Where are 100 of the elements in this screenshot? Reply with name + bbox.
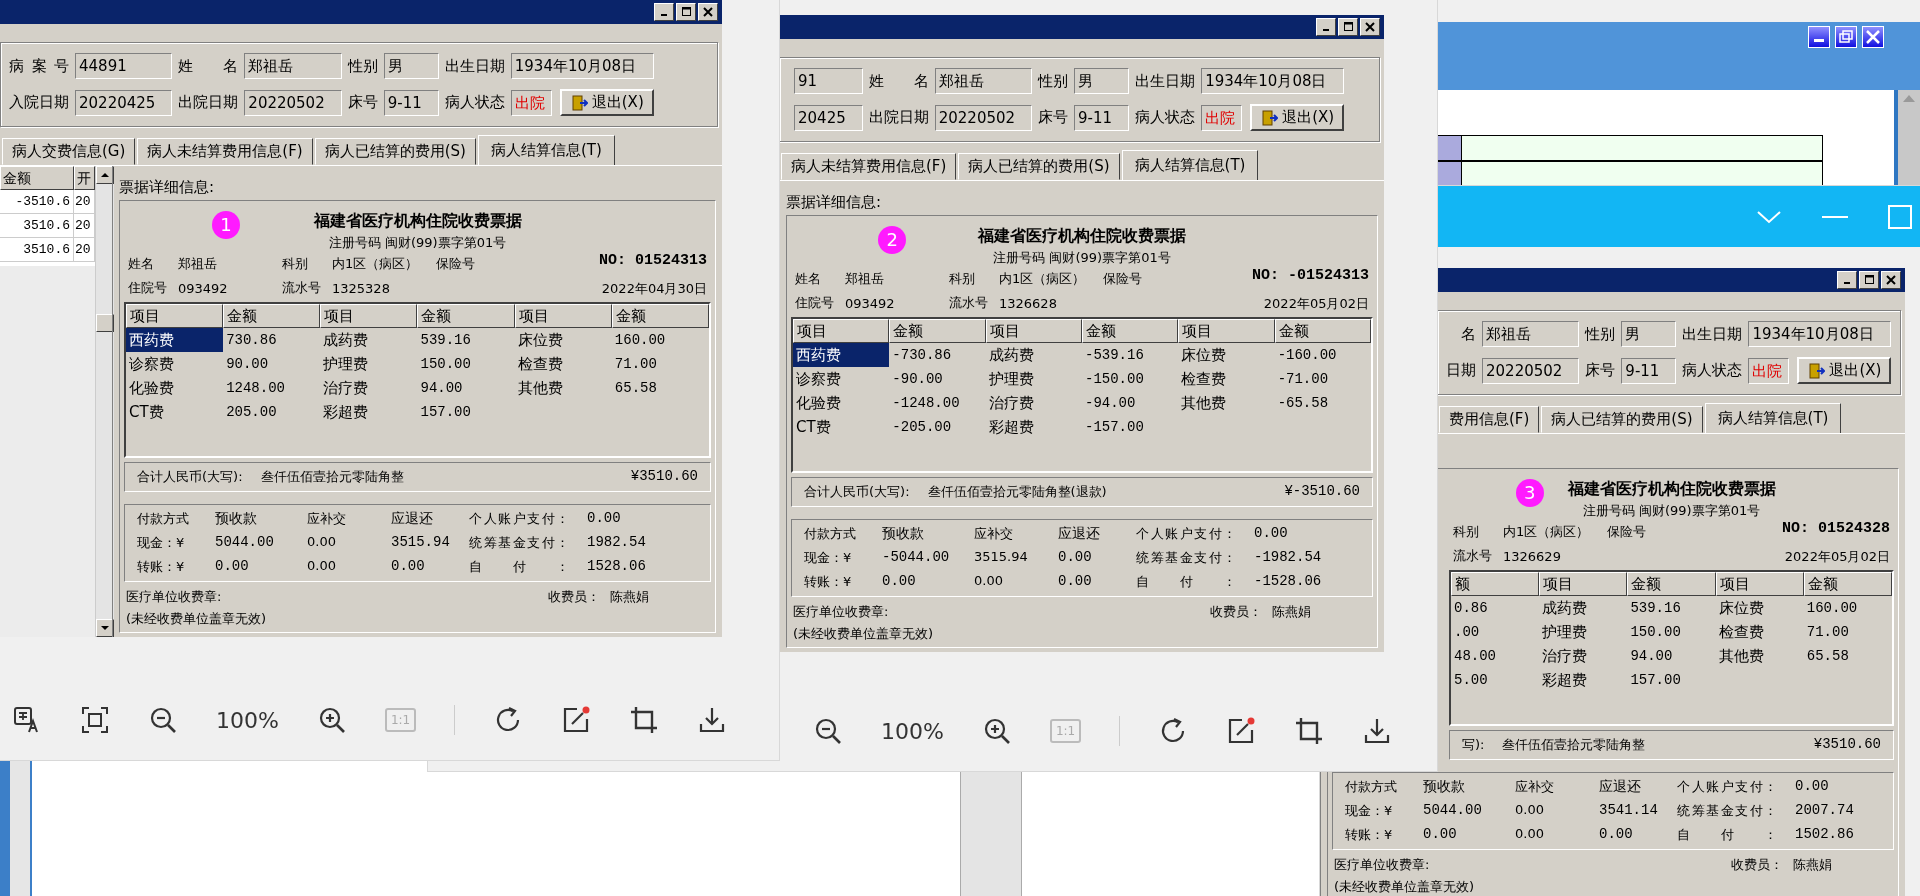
column-header[interactable]: 项目: [514, 304, 612, 328]
table-cell[interactable]: 床位费: [1178, 343, 1275, 367]
crop-icon[interactable]: [1294, 716, 1325, 746]
text-field[interactable]: 1934年10月08日: [510, 53, 654, 79]
column-header[interactable]: 项目: [1715, 572, 1804, 596]
table-cell[interactable]: 西药费: [793, 343, 890, 367]
tab[interactable]: 病人已结算的费用(S): [1541, 406, 1703, 433]
column-header[interactable]: 金额: [0, 166, 74, 190]
text-field[interactable]: 91: [794, 68, 863, 94]
table-cell[interactable]: 成药费: [320, 328, 418, 352]
table-cell[interactable]: 治疗费: [320, 376, 418, 400]
close-button[interactable]: [1881, 271, 1901, 289]
text-field[interactable]: 20425: [794, 104, 863, 131]
table-cell[interactable]: 床位费: [1715, 596, 1804, 620]
tab[interactable]: 病人结算信息(T): [477, 135, 615, 165]
column-header[interactable]: 额: [1451, 572, 1540, 596]
table-cell[interactable]: 157.00: [417, 400, 515, 424]
scroll-down-button[interactable]: [95, 619, 114, 637]
column-header[interactable]: 金额: [1627, 572, 1716, 596]
text-field[interactable]: 郑祖岳: [934, 68, 1033, 94]
table-cell[interactable]: 检查费: [514, 352, 612, 376]
exit-button[interactable]: 退出(X): [559, 89, 654, 116]
table-cell[interactable]: CT费: [126, 400, 224, 424]
table-cell[interactable]: 5.00: [1451, 668, 1540, 692]
tab[interactable]: 病人未结算费用信息(F): [137, 138, 313, 165]
table-cell[interactable]: 护理费: [1539, 620, 1628, 644]
text-field[interactable]: 男: [383, 53, 439, 79]
text-field[interactable]: 20220502: [244, 89, 342, 116]
table-cell[interactable]: 化验费: [126, 376, 224, 400]
table-cell[interactable]: 160.00: [1803, 596, 1892, 620]
tab[interactable]: 病人结算信息(T): [1704, 403, 1842, 433]
table-cell[interactable]: 彩超费: [985, 415, 1082, 439]
fit-screen-icon[interactable]: [80, 705, 110, 735]
restore-button[interactable]: [1835, 26, 1857, 48]
table-cell[interactable]: -205.00: [889, 415, 986, 439]
table-cell[interactable]: 94.00: [417, 376, 515, 400]
text-field[interactable]: 1934年10月08日: [1748, 321, 1892, 347]
table-cell[interactable]: 化验费: [793, 391, 890, 415]
table-cell[interactable]: 150.00: [417, 352, 515, 376]
text-field[interactable]: 男: [1621, 321, 1677, 347]
exit-button[interactable]: 退出(X): [1797, 357, 1892, 384]
tab[interactable]: 病人结算信息(T): [1121, 150, 1259, 180]
table-cell[interactable]: 检查费: [1715, 620, 1804, 644]
zoom-out-icon[interactable]: [813, 716, 843, 746]
table-cell[interactable]: 诊察费: [126, 352, 224, 376]
table-cell[interactable]: 其他费: [514, 376, 612, 400]
column-header[interactable]: 开: [74, 166, 95, 190]
maximize-button[interactable]: [1338, 18, 1358, 36]
close-button[interactable]: [1360, 18, 1380, 36]
table-cell[interactable]: 其他费: [1178, 391, 1275, 415]
tab[interactable]: 病人已结算的费用(S): [958, 153, 1120, 180]
table-cell[interactable]: .00: [1451, 620, 1540, 644]
table-cell[interactable]: -94.00: [1082, 391, 1179, 415]
close-button[interactable]: [1862, 26, 1884, 48]
table-cell[interactable]: 西药费: [126, 328, 224, 352]
table-cell[interactable]: 539.16: [1627, 596, 1716, 620]
table-cell[interactable]: -539.16: [1082, 343, 1179, 367]
table-cell[interactable]: 730.86: [223, 328, 321, 352]
text-field[interactable]: 44891: [75, 53, 173, 79]
column-header[interactable]: 金额: [1082, 319, 1179, 343]
text-field[interactable]: 9-11: [1621, 357, 1677, 384]
exit-button[interactable]: 退出(X): [1250, 104, 1345, 131]
table-cell[interactable]: -1248.00: [889, 391, 986, 415]
edit-icon[interactable]: [1226, 716, 1257, 746]
table-cell[interactable]: 治疗费: [985, 391, 1082, 415]
table-cell[interactable]: 诊察费: [793, 367, 890, 391]
table-cell[interactable]: 床位费: [514, 328, 612, 352]
minimize-button[interactable]: [654, 3, 674, 21]
table-cell[interactable]: -730.86: [889, 343, 986, 367]
table-cell[interactable]: 彩超费: [320, 400, 418, 424]
crop-icon[interactable]: [629, 705, 660, 735]
table-cell[interactable]: -71.00: [1274, 367, 1371, 391]
table-cell[interactable]: 90.00: [223, 352, 321, 376]
scrollbar-thumb[interactable]: [95, 314, 114, 333]
maximize-button[interactable]: [1859, 271, 1879, 289]
table-cell[interactable]: 71.00: [611, 352, 709, 376]
table-cell[interactable]: -160.00: [1274, 343, 1371, 367]
text-field[interactable]: 9-11: [1074, 104, 1130, 131]
tab[interactable]: 费用信息(F): [1439, 406, 1540, 433]
text-field[interactable]: 20220502: [1482, 357, 1580, 384]
column-header[interactable]: 金额: [611, 304, 709, 328]
tab[interactable]: 病人未结算费用信息(F): [781, 153, 957, 180]
table-cell[interactable]: 护理费: [985, 367, 1082, 391]
column-header[interactable]: 项目: [793, 319, 890, 343]
table-cell[interactable]: -65.58: [1274, 391, 1371, 415]
minimize-button[interactable]: [1837, 271, 1857, 289]
minimize-button[interactable]: [1316, 18, 1336, 36]
table-cell[interactable]: 成药费: [1539, 596, 1628, 620]
table-cell[interactable]: 205.00: [223, 400, 321, 424]
column-header[interactable]: 金额: [1274, 319, 1371, 343]
table-cell[interactable]: -150.00: [1082, 367, 1179, 391]
text-field[interactable]: 郑祖岳: [1482, 321, 1580, 347]
text-field[interactable]: 男: [1074, 68, 1130, 94]
table-cell[interactable]: -90.00: [889, 367, 986, 391]
tab[interactable]: 病人交费信息(G): [2, 138, 136, 165]
column-header[interactable]: 项目: [1539, 572, 1628, 596]
maximize-button[interactable]: [676, 3, 696, 21]
minimize-button[interactable]: [1808, 26, 1830, 48]
table-cell[interactable]: 治疗费: [1539, 644, 1628, 668]
column-header[interactable]: 项目: [126, 304, 224, 328]
